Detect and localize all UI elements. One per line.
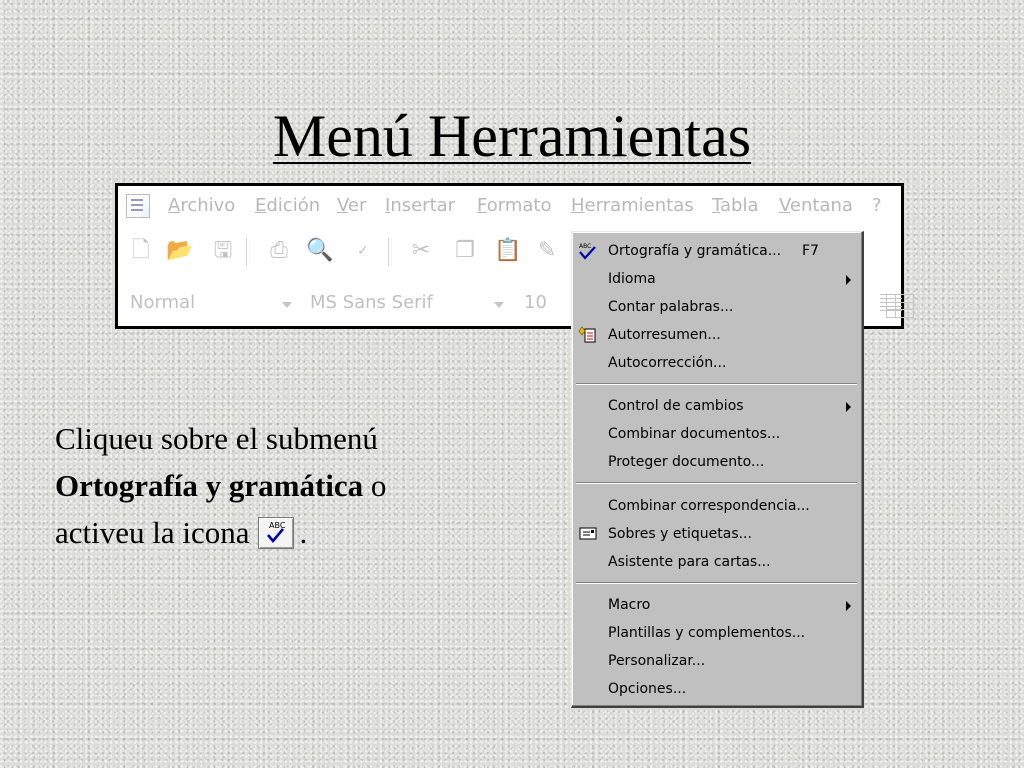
copy-icon[interactable]: ❐ (452, 238, 478, 264)
menu-item-label: Macro (608, 597, 651, 613)
spelling-menu-reference: Ortografía y gramática (55, 468, 364, 503)
submenu-arrow-icon (846, 601, 851, 611)
menu-insertar[interactable]: Insertar (385, 195, 455, 216)
menu-formato[interactable]: Formato (477, 195, 551, 216)
menu-item-plantillas[interactable]: Plantillas y complementos... (572, 620, 861, 646)
menu-item-idioma[interactable]: Idioma (572, 266, 861, 292)
spelling-check-icon: ABC (579, 243, 596, 260)
menu-separator (576, 383, 857, 385)
menu-item-label: Idioma (608, 271, 656, 287)
menu-item-label: Sobres y etiquetas... (608, 526, 752, 542)
toolbar-separator (388, 238, 392, 266)
format-painter-icon[interactable]: ✎ (534, 238, 560, 264)
menu-item-label: Combinar documentos... (608, 426, 781, 442)
menu-tabla[interactable]: Tabla (712, 195, 759, 216)
menu-item-personalizar[interactable]: Personalizar... (572, 648, 861, 674)
autosummarize-icon (578, 326, 596, 343)
style-dropdown-arrow-icon[interactable] (282, 302, 292, 308)
menu-item-macro[interactable]: Macro (572, 592, 861, 618)
font-combo[interactable]: MS Sans Serif (310, 292, 433, 313)
instruction-period: . (299, 515, 308, 550)
instruction-or: o (363, 468, 387, 503)
menu-item-label: Autorresumen... (608, 327, 721, 343)
font-dropdown-arrow-icon[interactable] (494, 302, 504, 308)
menu-herramientas[interactable]: Herramientas (571, 195, 694, 216)
slide-title-text: Menú Herramientas (272, 103, 752, 169)
menu-separator (576, 582, 857, 584)
menu-archivo[interactable]: Archivo (168, 195, 235, 216)
style-combo[interactable]: Normal (130, 292, 195, 313)
menu-item-autocorreccion[interactable]: Autocorrección... (572, 350, 861, 376)
menu-item-label: Personalizar... (608, 653, 706, 669)
menu-separator (576, 482, 857, 484)
menu-item-opciones[interactable]: Opciones... (572, 676, 861, 702)
paste-icon[interactable]: 📋 (494, 238, 521, 264)
menu-item-label: Ortografía y gramática... (608, 243, 782, 259)
submenu-arrow-icon (846, 275, 851, 285)
menu-item-combinar-correspondencia[interactable]: Combinar correspondencia... (572, 493, 861, 519)
toolbar-separator (246, 238, 250, 266)
menu-ver[interactable]: Ver (337, 195, 366, 216)
menu-help[interactable]: ? (872, 195, 882, 216)
print-icon[interactable]: ⎙ (266, 238, 292, 264)
document-icon (126, 194, 150, 218)
menu-item-autorresumen[interactable]: Autorresumen... (572, 322, 861, 348)
menu-item-control-cambios[interactable]: Control de cambios (572, 393, 861, 419)
instruction-line-3: activeu la icona ABC. (55, 509, 525, 556)
svg-text:ABC: ABC (269, 521, 286, 530)
spelling-icon[interactable]: ✓ (350, 238, 376, 264)
tools-dropdown-menu: ABC Ortografía y gramática... F7 Idioma … (571, 231, 864, 708)
instruction-line-1: Cliqueu sobre el submenú (55, 421, 378, 456)
cut-icon[interactable]: ✂ (408, 238, 434, 264)
spelling-button-icon: ABC (257, 517, 294, 549)
menu-edicion[interactable]: Edición (255, 195, 320, 216)
slide-title: Menú Herramientas (0, 100, 1024, 172)
font-size-combo[interactable]: 10 (524, 292, 547, 313)
svg-text:ABC: ABC (579, 243, 591, 250)
menu-item-label: Asistente para cartas... (608, 554, 771, 570)
submenu-arrow-icon (846, 402, 851, 412)
menu-item-label: Autocorrección... (608, 355, 727, 371)
print-preview-icon[interactable]: 🔍 (306, 238, 333, 264)
envelope-icon (579, 527, 597, 540)
menu-item-label: Opciones... (608, 681, 687, 697)
open-folder-icon[interactable]: 📂 (166, 238, 193, 264)
menu-item-contar-palabras[interactable]: Contar palabras... (572, 294, 861, 320)
menu-item-combinar-documentos[interactable]: Combinar documentos... (572, 421, 861, 447)
menu-item-label: Control de cambios (608, 398, 744, 414)
save-icon[interactable]: 🖫 (210, 238, 236, 264)
menu-item-sobres-etiquetas[interactable]: Sobres y etiquetas... (572, 521, 861, 547)
new-document-icon[interactable]: 🗋 (128, 238, 154, 264)
menu-item-asistente-cartas[interactable]: Asistente para cartas... (572, 549, 861, 575)
menu-item-label: Plantillas y complementos... (608, 625, 806, 641)
menu-item-proteger-documento[interactable]: Proteger documento... (572, 449, 861, 475)
menu-item-spelling[interactable]: ABC Ortografía y gramática... F7 (572, 238, 861, 264)
shortcut-label: F7 (802, 243, 819, 259)
instruction-text: Cliqueu sobre el submenú Ortografía y gr… (55, 415, 525, 556)
menu-item-label: Proteger documento... (608, 454, 765, 470)
menu-bar: Archivo Edición Ver Insertar Formato Her… (118, 192, 901, 220)
menu-item-label: Combinar correspondencia... (608, 498, 810, 514)
menu-item-label: Contar palabras... (608, 299, 734, 315)
justify-icon[interactable] (880, 294, 902, 312)
instruction-prefix: activeu la icona (55, 515, 250, 550)
menu-ventana[interactable]: Ventana (779, 195, 853, 216)
instruction-line-2: Ortografía y gramática o (55, 462, 525, 509)
